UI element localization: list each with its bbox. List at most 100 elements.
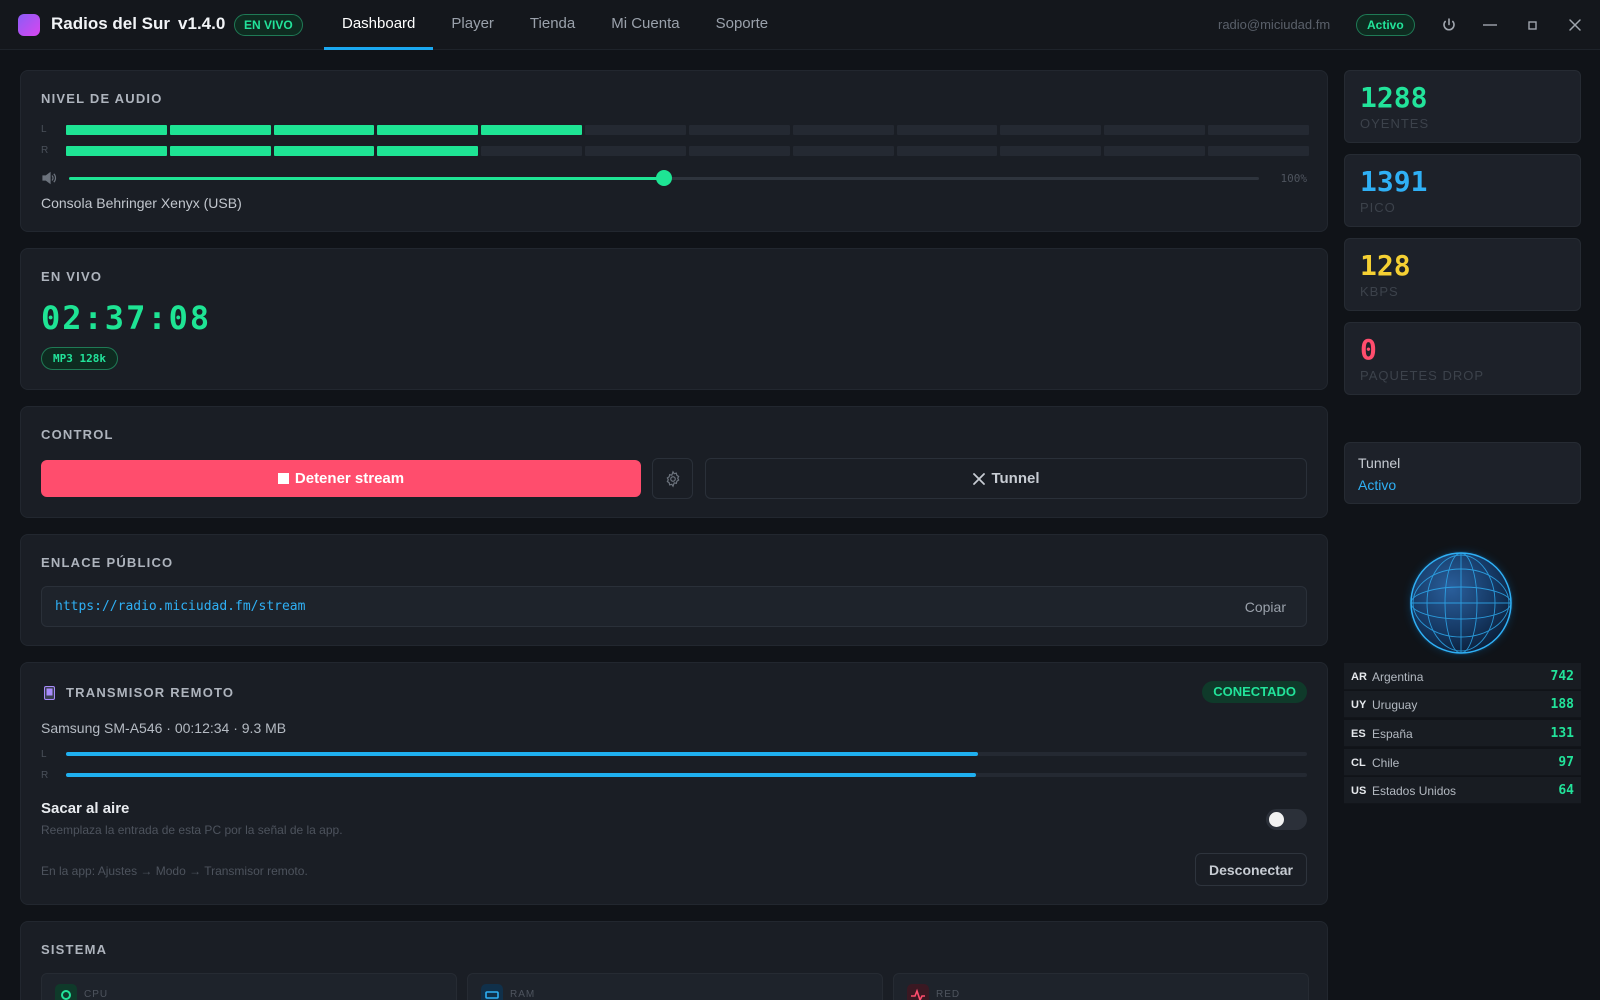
maximize-icon[interactable] [1520,13,1544,37]
app-logo-icon [18,14,40,36]
meter-segment [273,146,375,156]
country-count: 131 [1550,726,1574,741]
tab-tienda[interactable]: Tienda [512,0,593,50]
country-code: UY [1351,699,1367,711]
close-icon[interactable] [1563,13,1587,37]
country-row: UY Uruguay 188 [1344,691,1581,718]
stat-kbps-label: KBPS [1360,284,1399,299]
power-icon[interactable] [1437,13,1461,37]
on-air-toggle-knob [1269,812,1284,827]
control-title: CONTROL [41,427,114,442]
connection-status-badge: CONECTADO [1202,681,1307,703]
stop-stream-button[interactable]: Detener stream [41,460,641,497]
stat-dropped-packets: 0 PAQUETES DROP [1344,322,1581,395]
tab-soporte[interactable]: Soporte [698,0,787,50]
disconnect-button[interactable]: Desconectar [1195,853,1307,886]
meter-segment [585,146,686,156]
meter-segment [688,146,790,156]
system-tile-cpu: CPU [41,973,457,1000]
meter-segment [792,146,894,156]
meter-segment [688,125,790,135]
audio-level-card: NIVEL DE AUDIO L R 100% Consola Behringe… [20,70,1328,232]
stat-listeners: 1288 OYENTES [1344,70,1581,143]
control-card: CONTROL Detener stream Tunnel [20,406,1328,518]
meter-left-label: L [41,124,47,135]
system-tile-ram: RAM [467,973,883,1000]
ram-icon [481,984,503,1000]
country-name: Estados Unidos [1372,784,1457,798]
app-name: Radios del Sur [51,14,171,33]
meter-segment [169,125,271,135]
meter-segment [273,125,375,135]
meter-segment [481,125,583,135]
stat-dropped-packets-value: 0 [1360,333,1377,366]
tunnel-status-card: Tunnel Activo [1344,442,1581,504]
live-badge: EN VIVO [234,14,303,36]
country-row: AR Argentina 742 [1344,663,1581,690]
country-code: AR [1351,671,1367,683]
copy-button[interactable]: Copiar [1245,599,1286,615]
account-status-badge: Activo [1356,14,1415,36]
meter-right [66,146,1309,156]
meter-segment [169,146,271,156]
live-timer: 02:37:08 [41,299,212,337]
stop-stream-label: Detener stream [294,470,405,487]
remote-title: TRANSMISOR REMOTO [66,685,235,700]
tunnel-status-title: Tunnel [1358,455,1401,471]
system-tile-ram-label: RAM [510,989,536,1000]
meter-segment [585,125,686,135]
country-count: 97 [1558,755,1574,770]
meter-segment [896,125,998,135]
tab-dashboard[interactable]: Dashboard [324,0,434,50]
country-name: Chile [1372,756,1400,770]
country-code: ES [1351,728,1366,740]
public-link-field[interactable]: https://radio.miciudad.fm/stream Copiar [41,586,1307,627]
meter-segment [792,125,894,135]
tunnel-button-label: Tunnel [991,470,1040,487]
meter-segment [377,125,479,135]
remote-level-left-label: L [41,749,47,760]
stat-listeners-value: 1288 [1360,81,1428,114]
account-email: radio@miciudad.fm [1218,17,1331,32]
codec-badge: MP3 128k [41,347,118,370]
system-title: SISTEMA [41,942,108,957]
country-count: 742 [1550,669,1574,684]
volume-slider-knob[interactable] [656,170,672,186]
volume-icon[interactable] [41,170,57,186]
meter-segment [1104,125,1206,135]
network-icon [907,984,929,1000]
system-tile-red-label: RED [936,989,961,1000]
country-name: Uruguay [1372,698,1418,712]
country-code: CL [1351,757,1366,769]
on-air-toggle[interactable] [1266,809,1307,830]
app-version: v1.4.0 [178,14,226,33]
remote-level-left [66,752,1307,756]
meter-segment [66,125,167,135]
close-x-icon [973,472,986,485]
tunnel-button[interactable]: Tunnel [705,458,1307,499]
meter-segment [896,146,998,156]
settings-button[interactable] [652,458,693,499]
public-link-url[interactable]: https://radio.miciudad.fm/stream [55,599,305,614]
country-name: España [1372,727,1413,741]
remote-setup-hint: En la app: Ajustes → Modo → Transmisor r… [41,864,308,878]
stat-kbps-value: 128 [1360,249,1411,282]
app-title: Radios del Sur v1.4.0 [51,14,225,34]
cpu-icon [55,984,77,1000]
tab-player[interactable]: Player [433,0,512,50]
minimize-icon[interactable] [1478,13,1502,37]
stop-icon [277,473,289,484]
system-card: SISTEMA CPU RAM RED [20,921,1328,1000]
globe-icon [1403,545,1519,666]
meter-segment [66,146,167,156]
volume-slider[interactable] [69,170,1259,186]
public-link-title: ENLACE PÚBLICO [41,555,174,570]
live-title: EN VIVO [41,269,103,284]
tab-mi-cuenta[interactable]: Mi Cuenta [593,0,697,50]
meter-right-label: R [41,145,49,156]
tunnel-status-value: Activo [1358,477,1397,493]
meter-segment [1208,146,1309,156]
country-name: Argentina [1372,670,1424,684]
country-count: 64 [1558,783,1574,798]
country-row: US Estados Unidos 64 [1344,777,1581,804]
